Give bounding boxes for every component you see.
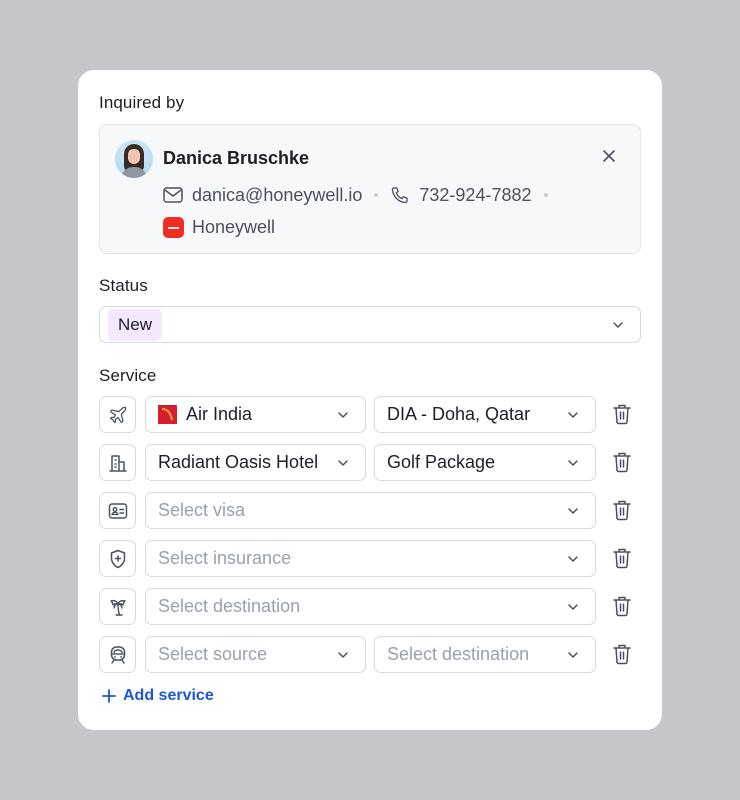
airport-value: DIA - Doha, Qatar: [387, 404, 531, 424]
insurance-select[interactable]: Select insurance: [145, 540, 596, 577]
package-select[interactable]: Golf Package: [374, 444, 596, 481]
phone-icon: [390, 185, 410, 205]
close-icon: [603, 150, 615, 162]
package-value: Golf Package: [387, 452, 496, 472]
chevron-down-icon: [568, 555, 578, 562]
destination-select[interactable]: Select destination: [145, 588, 596, 625]
chevron-down-icon: [338, 459, 348, 466]
separator-dot: [374, 193, 379, 197]
trash-icon: [613, 548, 631, 569]
service-label: Service: [99, 366, 157, 385]
destination-placeholder: Select destination: [158, 596, 301, 616]
contact-phone[interactable]: 732-924-7882: [419, 185, 531, 206]
hotel-value: Radiant Oasis Hotel: [158, 452, 319, 472]
chevron-down-icon: [568, 651, 578, 658]
trash-icon: [613, 452, 631, 473]
building-icon: [108, 454, 127, 472]
insurance-placeholder: Select insurance: [158, 548, 292, 568]
chevron-down-icon: [338, 411, 348, 418]
status-select[interactable]: New: [99, 306, 641, 343]
trash-icon: [613, 500, 631, 521]
chevron-down-icon: [613, 321, 623, 328]
contact-email[interactable]: danica@honeywell.io: [192, 185, 362, 206]
contact-details: danica@honeywell.io 732-924-7882: [163, 183, 560, 207]
trash-icon: [613, 404, 631, 425]
source-placeholder: Select source: [158, 644, 268, 664]
visa-select[interactable]: Select visa: [145, 492, 596, 529]
palm-tree-icon: [109, 599, 126, 616]
shield-plus-icon: [110, 549, 125, 568]
train-source-select[interactable]: Select source: [145, 636, 366, 673]
status-label: Status: [99, 276, 148, 295]
separator-dot: [543, 193, 548, 197]
chevron-down-icon: [568, 459, 578, 466]
airline-value: Air India: [186, 404, 253, 424]
avatar: [115, 140, 153, 178]
contact-card: Danica Bruschke danica@honeywell.io 732-…: [99, 124, 641, 254]
plane-icon: [109, 406, 126, 423]
chevron-down-icon: [338, 651, 348, 658]
delete-service-button[interactable]: [611, 499, 633, 521]
service-type-train: [99, 636, 136, 673]
visa-placeholder: Select visa: [158, 500, 246, 520]
honeywell-logo-icon: [163, 217, 184, 238]
train-destination-placeholder: Select destination: [387, 644, 530, 664]
mail-icon: [163, 185, 183, 205]
train-icon: [110, 645, 125, 664]
delete-service-button[interactable]: [611, 547, 633, 569]
train-destination-select[interactable]: Select destination: [374, 636, 596, 673]
inquiry-card: Inquired by Danica Bruschke danica@honey…: [78, 70, 662, 730]
delete-service-button[interactable]: [611, 451, 633, 473]
trash-icon: [613, 596, 631, 617]
remove-contact-button[interactable]: [602, 149, 616, 163]
service-type-insurance: [99, 540, 136, 577]
airport-select[interactable]: DIA - Doha, Qatar: [374, 396, 596, 433]
add-service-button[interactable]: Add service: [102, 687, 214, 705]
service-type-hotel: [99, 444, 136, 481]
chevron-down-icon: [568, 603, 578, 610]
service-type-flight: [99, 396, 136, 433]
service-type-destination: [99, 588, 136, 625]
add-service-label: Add service: [123, 687, 214, 704]
hotel-select[interactable]: Radiant Oasis Hotel: [145, 444, 366, 481]
inquired-by-label: Inquired by: [99, 93, 185, 112]
contact-company: Honeywell: [163, 217, 275, 238]
service-type-visa: [99, 492, 136, 529]
id-card-icon: [108, 502, 127, 519]
air-india-logo-icon: [158, 405, 177, 424]
trash-icon: [613, 644, 631, 665]
status-badge: New: [108, 308, 163, 341]
delete-service-button[interactable]: [611, 643, 633, 665]
company-name: Honeywell: [192, 217, 276, 237]
contact-name: Danica Bruschke: [163, 148, 310, 168]
delete-service-button[interactable]: [611, 403, 633, 425]
chevron-down-icon: [568, 411, 578, 418]
plus-icon: [102, 689, 116, 703]
delete-service-button[interactable]: [611, 595, 633, 617]
chevron-down-icon: [568, 507, 578, 514]
airline-select[interactable]: Air India: [145, 396, 366, 433]
